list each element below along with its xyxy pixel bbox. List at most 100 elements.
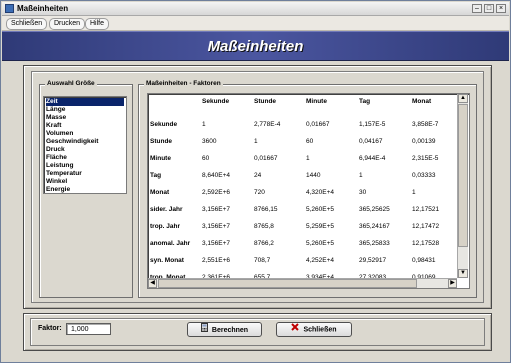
close-window-button[interactable]: × <box>496 4 506 13</box>
table-cell: 4,252E+4 <box>306 257 335 264</box>
arrow-right-icon[interactable]: ▶ <box>448 279 457 288</box>
size-listbox[interactable]: Zeit Länge Masse Kraft Volumen Geschwind… <box>43 96 127 194</box>
row-header: sider. Jahr <box>150 206 183 213</box>
table-cell: 2,551E+6 <box>202 257 231 264</box>
table-cell: 2,315E-5 <box>412 155 439 162</box>
list-item-zeit[interactable]: Zeit <box>46 98 124 106</box>
table-cell: 8,640E+4 <box>202 172 231 179</box>
minimize-button[interactable]: – <box>472 4 482 13</box>
table-cell: 29,52917 <box>359 257 387 264</box>
column-header: Sekunde <box>202 98 230 105</box>
horizontal-scrollbar[interactable]: ◀ ▶ <box>148 278 457 288</box>
table-cell: 3600 <box>202 138 217 145</box>
table-cell: 0,01667 <box>254 155 278 162</box>
size-group-label: Auswahl Größe <box>45 80 97 87</box>
factor-table[interactable]: Sekunde Stunde Minute Tag Monat Sekunde … <box>147 93 470 289</box>
row-header: Tag <box>150 172 162 179</box>
row-header: syn. Monat <box>150 257 184 264</box>
table-cell: 1 <box>412 189 416 196</box>
table-cell: 0,04167 <box>359 138 383 145</box>
list-item-volumen[interactable]: Volumen <box>46 130 124 138</box>
list-item-winkel[interactable]: Winkel <box>46 178 124 186</box>
list-item-masse[interactable]: Masse <box>46 114 124 122</box>
table-cell: 365,25833 <box>359 240 390 247</box>
titlebar: Maßeinheiten – □ × <box>2 2 509 16</box>
vertical-scrollbar[interactable]: ▲ ▼ <box>457 94 468 278</box>
app-window: Maßeinheiten – □ × Schließen Drucken Hil… <box>0 0 511 363</box>
arrow-down-icon[interactable]: ▼ <box>458 269 468 278</box>
table-cell: 12,17521 <box>412 206 440 213</box>
scroll-thumb-vertical[interactable] <box>458 104 468 247</box>
table-cell: 2,592E+6 <box>202 189 231 196</box>
table-cell: 8766,15 <box>254 206 278 213</box>
calculate-button-label: Berechnen <box>211 326 249 334</box>
arrow-left-icon[interactable]: ◀ <box>148 279 157 288</box>
window-title: Maßeinheiten <box>17 4 69 13</box>
table-cell: 3,156E+7 <box>202 240 231 247</box>
factor-label: Faktor: <box>38 325 62 332</box>
close-button-label: Schließen <box>303 326 337 334</box>
table-group-label: Maßeinheiten - Faktoren <box>144 80 223 87</box>
table-cell: 0,00139 <box>412 138 436 145</box>
table-cell: 365,24167 <box>359 223 390 230</box>
table-cell: 0,01667 <box>306 121 330 128</box>
table-cell: 2,778E-4 <box>254 121 281 128</box>
menubar: Schließen Drucken Hilfe <box>2 16 509 31</box>
table-cell: 3,156E+7 <box>202 223 231 230</box>
table-cell: 8765,8 <box>254 223 274 230</box>
header-banner: Maßeinheiten <box>2 31 509 61</box>
list-item-temperatur[interactable]: Temperatur <box>46 170 124 178</box>
scroll-thumb-horizontal[interactable] <box>158 279 417 288</box>
table-cell: 1 <box>306 155 310 162</box>
row-header: Stunde <box>150 138 173 145</box>
close-button[interactable]: Schließen <box>276 322 352 337</box>
table-cell: 5,260E+5 <box>306 240 335 247</box>
table-cell: 12,17528 <box>412 240 440 247</box>
table-cell: 1,157E-5 <box>359 121 386 128</box>
table-cell: 1 <box>254 138 258 145</box>
table-cell: 4,320E+4 <box>306 189 335 196</box>
table-cell: 1440 <box>306 172 321 179</box>
column-header: Minute <box>306 98 327 105</box>
list-item-flaeche[interactable]: Fläche <box>46 154 124 162</box>
table-cell: 60 <box>306 138 314 145</box>
table-cell: 365,25625 <box>359 206 390 213</box>
row-header: anomal. Jahr <box>150 240 191 247</box>
table-cell: 5,260E+5 <box>306 206 335 213</box>
row-header: Sekunde <box>150 121 178 128</box>
menu-hilfe[interactable]: Hilfe <box>85 18 110 30</box>
row-header: Monat <box>150 189 170 196</box>
row-header: Minute <box>150 155 171 162</box>
table-cell: 12,17472 <box>412 223 440 230</box>
menu-drucken[interactable]: Drucken <box>49 18 86 30</box>
table-cell: 30 <box>359 189 367 196</box>
arrow-up-icon[interactable]: ▲ <box>458 94 468 103</box>
list-item-druck[interactable]: Druck <box>46 146 124 154</box>
menu-schliessen[interactable]: Schließen <box>6 18 48 30</box>
table-cell: 1 <box>359 172 363 179</box>
table-cell: 1 <box>202 121 206 128</box>
table-cell: 3,858E-7 <box>412 121 439 128</box>
table-cell: 708,7 <box>254 257 271 264</box>
calculator-icon <box>200 323 208 337</box>
factor-input[interactable] <box>66 323 111 335</box>
calculate-button[interactable]: Berechnen <box>187 322 262 337</box>
row-header: trop. Jahr <box>150 223 180 230</box>
maximize-button[interactable]: □ <box>484 4 494 13</box>
table-cell: 24 <box>254 172 262 179</box>
table-cell: 6,944E-4 <box>359 155 386 162</box>
table-cell: 3,156E+7 <box>202 206 231 213</box>
list-item-geschwindigkeit[interactable]: Geschwindigkeit <box>46 138 124 146</box>
list-item-laenge[interactable]: Länge <box>46 106 124 114</box>
table-cell: 8766,2 <box>254 240 274 247</box>
table-cell: 720 <box>254 189 265 196</box>
column-header: Stunde <box>254 98 277 105</box>
close-icon <box>291 323 300 336</box>
table-cell: 60 <box>202 155 210 162</box>
column-header: Tag <box>359 98 371 105</box>
list-item-leistung[interactable]: Leistung <box>46 162 124 170</box>
table-cell: 5,259E+5 <box>306 223 335 230</box>
list-item-energie[interactable]: Energie <box>46 186 124 193</box>
list-item-kraft[interactable]: Kraft <box>46 122 124 130</box>
page-title: Maßeinheiten <box>207 38 304 55</box>
